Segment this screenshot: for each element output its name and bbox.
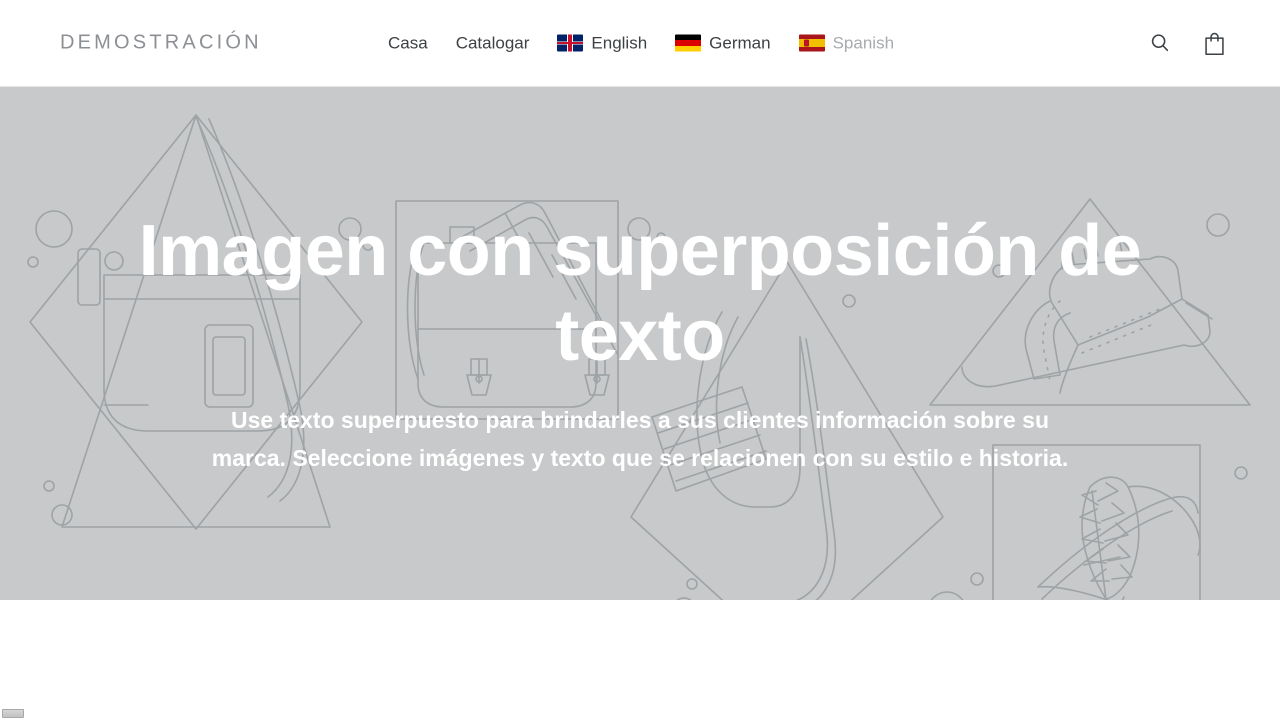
horizontal-scrollbar[interactable]: [0, 707, 1280, 720]
nav-item-label: Casa: [388, 33, 428, 53]
nav-item-label: Catalogar: [455, 33, 530, 53]
hero-title: Imagen con superposición de texto: [138, 210, 1142, 376]
header-actions: [1146, 29, 1228, 57]
hero-text-overlay: Imagen con superposición de texto Use te…: [0, 87, 1280, 600]
nav-item-catalogar[interactable]: Catalogar: [442, 35, 544, 52]
flag-spain-icon: [798, 34, 825, 52]
nav-item-english[interactable]: English: [543, 33, 661, 53]
nav-item-label: German: [709, 33, 771, 53]
nav-item-label: Spanish: [832, 33, 895, 53]
nav-item-spanish[interactable]: Spanish: [785, 33, 908, 53]
flag-uk-icon: [557, 34, 584, 52]
site-logo[interactable]: DEMOSTRACIÓN: [60, 32, 262, 55]
shopping-bag-icon: [1204, 32, 1224, 55]
nav-item-german[interactable]: German: [661, 33, 784, 53]
scrollbar-thumb[interactable]: [2, 709, 24, 718]
search-button[interactable]: [1146, 29, 1174, 57]
cart-button[interactable]: [1200, 29, 1228, 57]
site-header: DEMOSTRACIÓN Casa Catalogar English Germ…: [0, 0, 1280, 87]
nav-item-label: English: [591, 33, 648, 53]
search-icon: [1151, 34, 1169, 52]
nav-item-casa[interactable]: Casa: [374, 35, 442, 52]
page-content-area: [0, 600, 1280, 720]
page-root: DEMOSTRACIÓN Casa Catalogar English Germ…: [0, 0, 1280, 720]
flag-germany-icon: [675, 34, 702, 52]
main-navigation: Casa Catalogar English German Spanish: [374, 33, 908, 53]
hero-subtitle: Use texto superpuesto para brindarles a …: [211, 406, 1069, 472]
hero-banner: Imagen con superposición de texto Use te…: [0, 87, 1280, 600]
